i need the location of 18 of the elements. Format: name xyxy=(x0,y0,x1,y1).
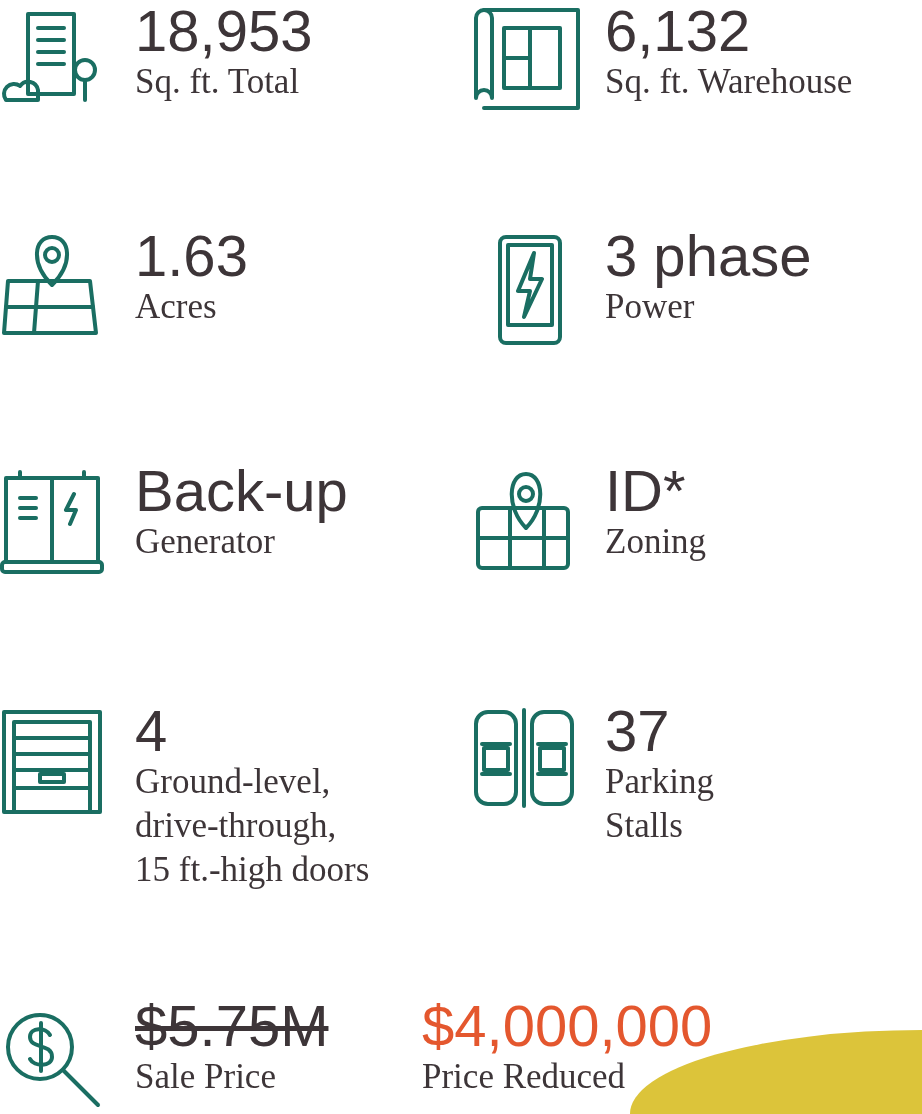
price-value: $4,000,000 xyxy=(422,997,714,1055)
stat-label: Ground-level, drive-through, 15 ft.-high doors xyxy=(135,761,370,891)
stat-label: Parking Stalls xyxy=(605,761,714,847)
stat-label: Sq. ft. Warehouse xyxy=(605,61,853,103)
stat-value: 4 xyxy=(135,702,169,760)
stat-value: ID* xyxy=(605,462,687,520)
stat-value: 6,132 xyxy=(605,2,752,60)
stat-value: 37 xyxy=(605,702,671,760)
stat-value: 18,953 xyxy=(135,2,313,60)
stat-label: Power xyxy=(605,287,695,328)
stat-label: Generator xyxy=(135,522,275,563)
stat-value: 1.63 xyxy=(135,227,248,285)
stat-label: Sq. ft. Total xyxy=(135,61,301,103)
price-label: Sale Price xyxy=(135,1056,277,1098)
price-label: Price Reduced xyxy=(422,1056,627,1098)
price-value: $5.75M xyxy=(135,997,330,1055)
stat-label: Zoning xyxy=(605,521,707,563)
stat-label: Acres xyxy=(135,286,218,328)
